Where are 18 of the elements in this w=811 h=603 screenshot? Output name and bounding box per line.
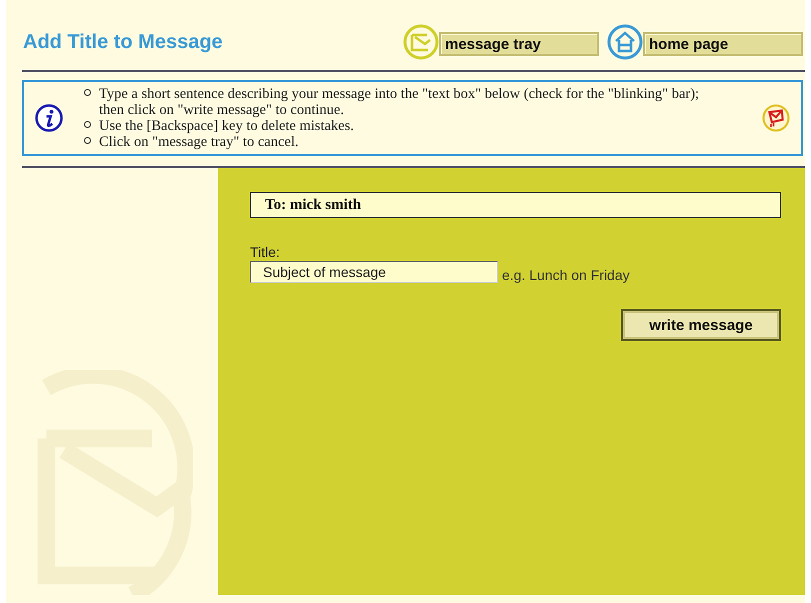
mail-badge-icon [761, 103, 791, 133]
nav-button[interactable]: home page [643, 32, 803, 56]
bullet-icon [84, 89, 91, 96]
instruction-text: Use the [Backspace] key to delete mistakes. [99, 118, 354, 134]
bullet-icon [84, 137, 91, 144]
envelope-icon [403, 24, 439, 60]
instruction-text: Click on "message tray" to cancel. [99, 134, 298, 150]
title-input-field[interactable]: Subject of message [250, 261, 498, 283]
write-message-button[interactable]: write message [621, 309, 781, 341]
title-label: Title: [250, 244, 281, 260]
page-title: Add Title to Message [23, 30, 223, 54]
example-hint: e.g. Lunch on Friday [502, 267, 630, 283]
instruction-text: Type a short sentence describing your message into the "text box" below (check for the "blinking" bar); then click on "write message" to continue. [99, 86, 700, 118]
recipient-text: To: mick smith [265, 196, 362, 214]
nav-button[interactable]: message tray [439, 32, 599, 56]
home-icon [607, 24, 643, 60]
info-icon [34, 103, 64, 133]
bullet-icon [84, 121, 91, 128]
